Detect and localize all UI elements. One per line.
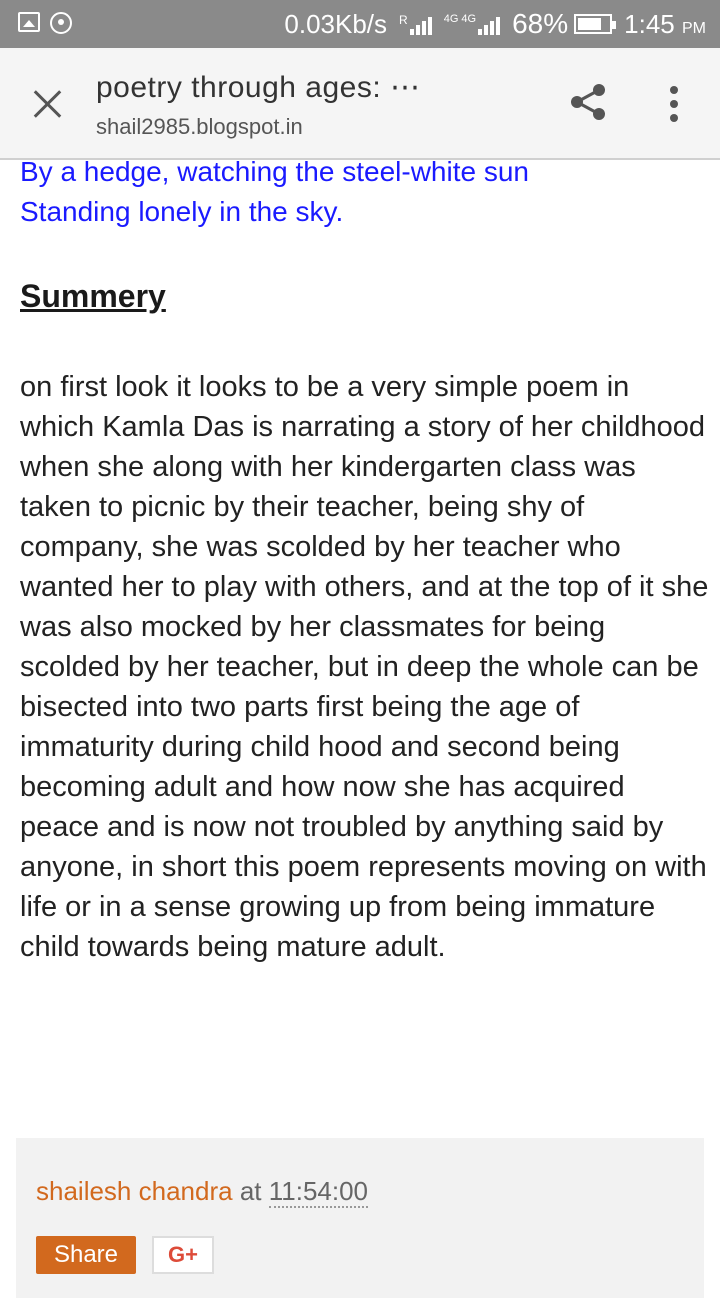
page-title: poetry through ages: ⋯ — [96, 71, 421, 104]
page-url: shail2985.blogspot.in — [96, 114, 303, 139]
summary-text: on first look it looks to be a very simp… — [20, 371, 709, 963]
google-plus-button[interactable]: G+ — [152, 1236, 214, 1274]
poem-excerpt: By a hedge, watching the steel-white sun… — [20, 152, 710, 232]
network-speed: 0.03Kb/s — [284, 8, 388, 39]
post-byline: shailesh chandra at 11:54:00 — [36, 1176, 369, 1208]
post-body: By a hedge, watching the steel-white sun… — [20, 152, 710, 967]
sim2-label: 4G 4G — [443, 13, 477, 25]
section-heading: Summery — [20, 278, 166, 314]
poem-line: By a hedge, watching the steel-white sun — [20, 156, 529, 187]
whatsapp-icon — [50, 12, 72, 34]
share-button[interactable]: Share — [36, 1236, 136, 1274]
signal-icon — [409, 13, 432, 35]
sim2-signal: 4G 4G — [443, 13, 501, 35]
status-left — [18, 12, 72, 34]
battery-percent: 68% — [512, 8, 569, 39]
post-footer: shailesh chandra at 11:54:00 Share G+ — [16, 1138, 704, 1298]
battery-icon — [574, 14, 617, 34]
gallery-icon — [18, 12, 40, 32]
signal-icon-2 — [478, 13, 501, 35]
status-bar: 0.03Kb/s R 4G 4G 68% 1:45 PM — [0, 0, 720, 48]
clock-time: 1:45 — [624, 8, 675, 39]
battery-status: 68% — [512, 8, 617, 40]
byline-at: at — [239, 1176, 262, 1206]
author-link[interactable]: shailesh chandra — [36, 1176, 233, 1206]
clock-ampm: PM — [682, 19, 706, 37]
more-vert-icon[interactable] — [660, 86, 688, 122]
clock: 1:45 PM — [624, 9, 706, 40]
poem-line: Standing lonely in the sky. — [20, 196, 344, 227]
share-icon[interactable] — [568, 82, 608, 122]
close-icon[interactable] — [30, 86, 66, 122]
custom-tab-header: poetry through ages: ⋯ shail2985.blogspo… — [0, 48, 720, 160]
status-right: 0.03Kb/s R 4G 4G 68% 1:45 PM — [284, 8, 706, 40]
sim1-signal: R — [399, 13, 432, 35]
sim1-label: R — [399, 13, 408, 27]
post-timestamp[interactable]: 11:54:00 — [268, 1176, 369, 1208]
